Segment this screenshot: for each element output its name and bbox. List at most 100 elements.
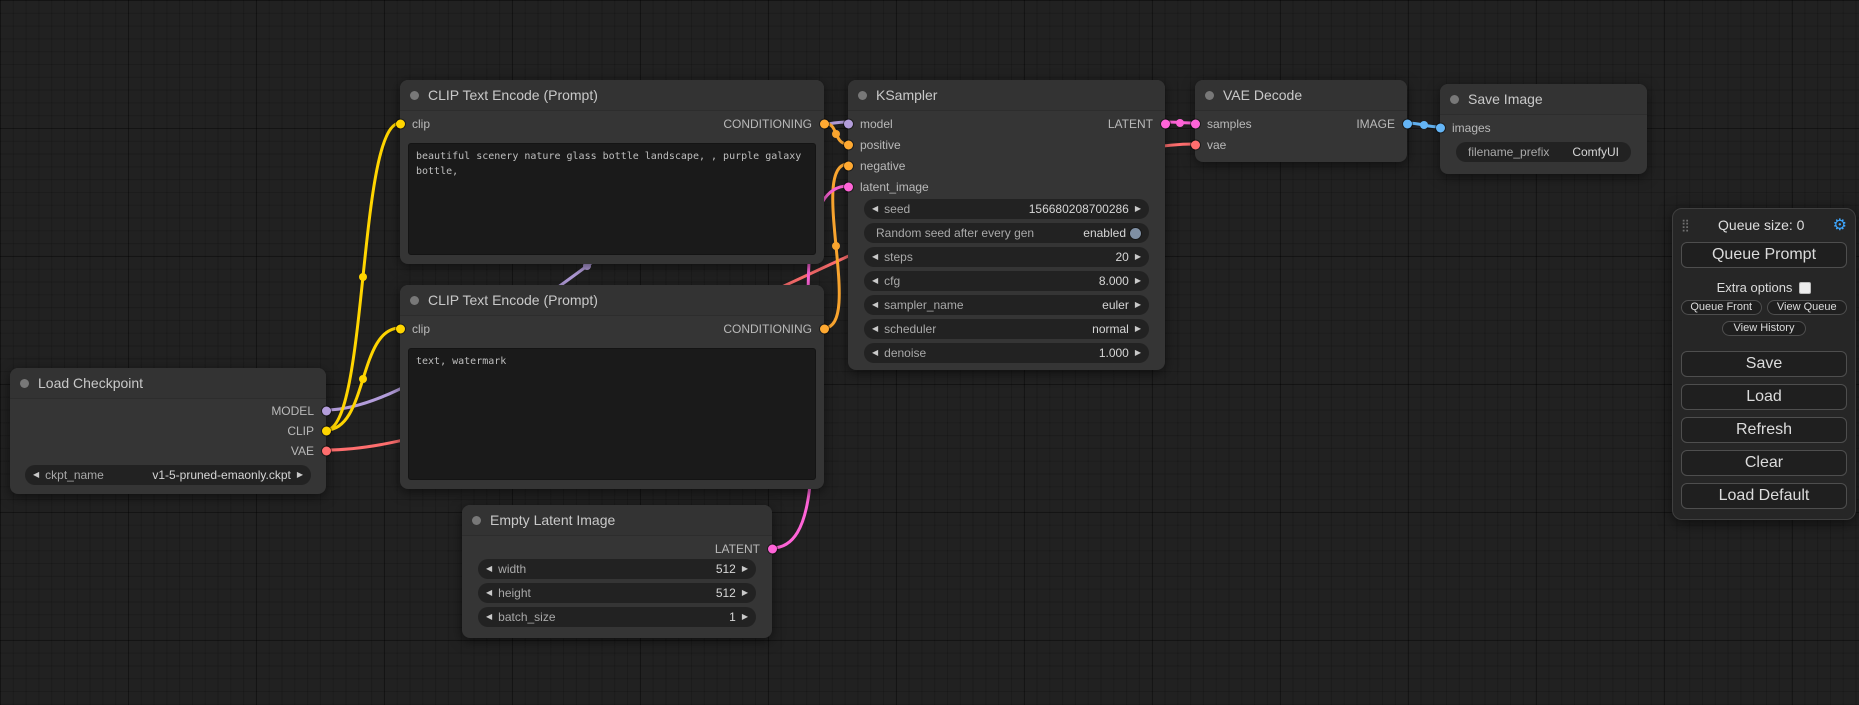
node-ksampler[interactable]: KSampler model LATENT positive negative … (848, 80, 1165, 370)
collapse-dot[interactable] (1450, 95, 1459, 104)
latent-image-input-slot[interactable] (844, 182, 853, 191)
clip-input-slot[interactable] (396, 120, 405, 129)
collapse-dot[interactable] (472, 516, 481, 525)
decrement-arrow-icon[interactable]: ◀ (486, 613, 492, 621)
drag-handle-icon[interactable]: ⣿ (1681, 218, 1690, 232)
comfyui-canvas[interactable]: { "colors": { "model": "#b39ddb", "clip"… (0, 0, 1859, 705)
latent-output-slot[interactable] (768, 544, 777, 553)
node-clip-text-encode-positive[interactable]: CLIP Text Encode (Prompt) clip CONDITION… (400, 80, 824, 264)
samples-input-slot[interactable] (1191, 119, 1200, 128)
view-history-button[interactable]: View History (1722, 321, 1806, 336)
toggle-indicator[interactable] (1130, 228, 1141, 239)
increment-arrow-icon[interactable]: ▶ (1135, 277, 1141, 285)
node-title-bar[interactable]: CLIP Text Encode (Prompt) (400, 80, 824, 111)
widget-batch-size[interactable]: ◀ batch_size 1 ▶ (478, 607, 756, 627)
node-save-image[interactable]: Save Image images filename_prefix ComfyU… (1440, 84, 1647, 174)
vae-output-slot[interactable] (322, 447, 331, 456)
clip-output-slot[interactable] (322, 427, 331, 436)
clear-button[interactable]: Clear (1681, 450, 1847, 476)
conditioning-output-label: CONDITIONING (723, 322, 812, 336)
clip-input-slot[interactable] (396, 325, 405, 334)
increment-arrow-icon[interactable]: ▶ (742, 589, 748, 597)
widget-cfg[interactable]: ◀ cfg 8.000 ▶ (864, 271, 1149, 291)
increment-arrow-icon[interactable]: ▶ (1135, 349, 1141, 357)
widget-name: height (498, 586, 531, 600)
widget-ckpt-name[interactable]: ◀ ckpt_name v1-5-pruned-emaonly.ckpt ▶ (25, 465, 311, 485)
node-title-bar[interactable]: Empty Latent Image (462, 505, 772, 536)
widget-denoise[interactable]: ◀ denoise 1.000 ▶ (864, 343, 1149, 363)
slot-row: MODEL (10, 401, 326, 421)
settings-gear-icon[interactable]: ⚙ (1833, 215, 1847, 235)
node-empty-latent-image[interactable]: Empty Latent Image LATENT ◀ width 512 ▶ … (462, 505, 772, 638)
increment-arrow-icon[interactable]: ▶ (742, 613, 748, 621)
slot-row: clip CONDITIONING (400, 113, 824, 135)
decrement-arrow-icon[interactable]: ◀ (872, 325, 878, 333)
image-output-slot[interactable] (1403, 119, 1412, 128)
collapse-dot[interactable] (20, 379, 29, 388)
negative-prompt-textarea[interactable]: text, watermark (408, 348, 816, 480)
decrement-arrow-icon[interactable]: ◀ (872, 253, 878, 261)
widget-steps[interactable]: ◀ steps 20 ▶ (864, 247, 1149, 267)
decrement-arrow-icon[interactable]: ◀ (486, 589, 492, 597)
queue-size-label: Queue size: 0 (1690, 217, 1833, 233)
collapse-dot[interactable] (410, 296, 419, 305)
load-default-button[interactable]: Load Default (1681, 483, 1847, 509)
extra-options-row: Extra options (1681, 280, 1847, 295)
widget-height[interactable]: ◀ height 512 ▶ (478, 583, 756, 603)
collapse-dot[interactable] (858, 91, 867, 100)
increment-arrow-icon[interactable]: ▶ (297, 471, 303, 479)
model-input-slot[interactable] (844, 119, 853, 128)
node-load-checkpoint[interactable]: Load Checkpoint MODEL CLIP VAE ◀ ckpt_na… (10, 368, 326, 494)
widget-width[interactable]: ◀ width 512 ▶ (478, 559, 756, 579)
widget-filename-prefix[interactable]: filename_prefix ComfyUI (1456, 142, 1631, 162)
increment-arrow-icon[interactable]: ▶ (1135, 325, 1141, 333)
widget-seed[interactable]: ◀ seed 156680208700286 ▶ (864, 199, 1149, 219)
conditioning-output-slot[interactable] (820, 120, 829, 129)
increment-arrow-icon[interactable]: ▶ (1135, 253, 1141, 261)
save-button[interactable]: Save (1681, 351, 1847, 377)
node-title-bar[interactable]: Load Checkpoint (10, 368, 326, 399)
positive-prompt-textarea[interactable]: beautiful scenery nature glass bottle la… (408, 143, 816, 255)
decrement-arrow-icon[interactable]: ◀ (872, 277, 878, 285)
latent-output-slot[interactable] (1161, 119, 1170, 128)
positive-input-slot[interactable] (844, 140, 853, 149)
conditioning-output-slot[interactable] (820, 325, 829, 334)
vae-input-slot[interactable] (1191, 140, 1200, 149)
widget-name: ckpt_name (45, 468, 104, 482)
collapse-dot[interactable] (410, 91, 419, 100)
model-output-slot[interactable] (322, 407, 331, 416)
widget-random-seed-toggle[interactable]: Random seed after every gen enabled (864, 223, 1149, 243)
queue-menu-panel: ⣿ Queue size: 0 ⚙ Queue Prompt Extra opt… (1672, 208, 1856, 520)
node-title-bar[interactable]: KSampler (848, 80, 1165, 111)
queue-prompt-button[interactable]: Queue Prompt (1681, 242, 1847, 268)
node-title-bar[interactable]: VAE Decode (1195, 80, 1407, 111)
negative-input-slot[interactable] (844, 161, 853, 170)
decrement-arrow-icon[interactable]: ◀ (486, 565, 492, 573)
clip-output-label: CLIP (287, 424, 314, 438)
node-title-bar[interactable]: CLIP Text Encode (Prompt) (400, 285, 824, 316)
node-vae-decode[interactable]: VAE Decode samples IMAGE vae (1195, 80, 1407, 162)
increment-arrow-icon[interactable]: ▶ (1135, 301, 1141, 309)
images-input-slot[interactable] (1436, 123, 1445, 132)
load-button[interactable]: Load (1681, 384, 1847, 410)
menu-header: ⣿ Queue size: 0 ⚙ (1681, 214, 1847, 236)
node-title-bar[interactable]: Save Image (1440, 84, 1647, 115)
decrement-arrow-icon[interactable]: ◀ (872, 205, 878, 213)
decrement-arrow-icon[interactable]: ◀ (872, 349, 878, 357)
decrement-arrow-icon[interactable]: ◀ (33, 471, 39, 479)
widget-sampler-name[interactable]: ◀ sampler_name euler ▶ (864, 295, 1149, 315)
view-queue-button[interactable]: View Queue (1767, 300, 1848, 315)
decrement-arrow-icon[interactable]: ◀ (872, 301, 878, 309)
wire-midpoint-dot (1420, 121, 1428, 129)
extra-options-checkbox[interactable] (1799, 282, 1811, 294)
collapse-dot[interactable] (1205, 91, 1214, 100)
increment-arrow-icon[interactable]: ▶ (1135, 205, 1141, 213)
queue-front-button[interactable]: Queue Front (1681, 300, 1762, 315)
increment-arrow-icon[interactable]: ▶ (742, 565, 748, 573)
node-clip-text-encode-negative[interactable]: CLIP Text Encode (Prompt) clip CONDITION… (400, 285, 824, 489)
widget-value: 512 (716, 586, 736, 600)
refresh-button[interactable]: Refresh (1681, 417, 1847, 443)
model-output-label: MODEL (271, 404, 314, 418)
widget-scheduler[interactable]: ◀ scheduler normal ▶ (864, 319, 1149, 339)
widget-name: steps (884, 250, 913, 264)
